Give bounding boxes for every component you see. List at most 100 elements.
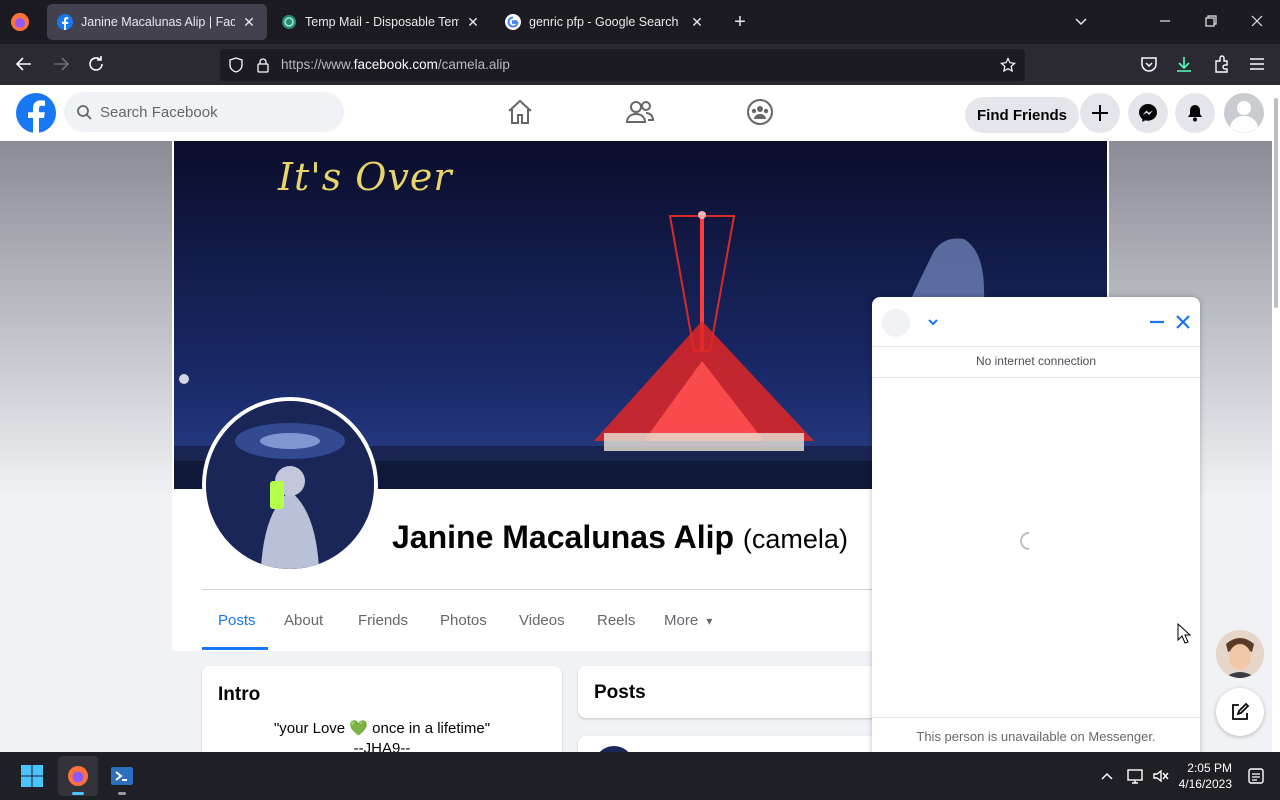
tracking-protection-shield-icon[interactable] [228,57,244,73]
friends-icon[interactable] [625,97,655,127]
powershell-icon [111,767,133,785]
account-avatar-button[interactable] [1224,93,1264,133]
profile-alternate-name: (camela) [742,524,848,554]
messenger-button[interactable] [1128,93,1168,133]
messenger-divider [872,377,1200,378]
green-heart-icon: 💚 [349,720,368,737]
groups-icon[interactable] [745,97,775,127]
volume-muted-icon[interactable] [1152,768,1170,784]
tab-google-search[interactable]: genric pfp - Google Search ✕ [495,4,715,40]
active-tab-indicator [202,647,268,650]
reload-icon[interactable] [86,54,106,74]
tab-title: Temp Mail - Disposable Tempor [305,15,459,29]
connection-status-text: No internet connection [975,354,1097,368]
firefox-icon [68,766,88,786]
profile-photo-image [206,401,374,569]
close-chat-icon[interactable] [1174,313,1192,331]
posts-title: Posts [594,682,646,703]
windows-start-icon[interactable] [20,764,44,788]
new-message-button[interactable] [1216,688,1264,736]
chat-head-photo-image [1216,630,1264,678]
home-icon[interactable] [505,97,535,127]
chevron-down-icon[interactable] [926,315,940,329]
facebook-logo-icon[interactable] [16,93,56,133]
tab-videos[interactable]: Videos [519,612,565,629]
chat-contact-avatar[interactable] [882,309,910,337]
messenger-chat-header [872,297,1200,347]
intro-bio-line-1: "your Love 💚 once in a lifetime" [202,719,562,739]
firefox-view-icon[interactable] [8,10,32,34]
downloads-icon[interactable] [1174,54,1194,74]
close-window-icon[interactable] [1250,14,1264,28]
url-bar[interactable]: https://www.facebook.com/camela.alip [220,49,1025,81]
notifications-button[interactable] [1175,93,1215,133]
posts-card: Posts [578,666,878,718]
close-tab-icon[interactable]: ✕ [241,14,257,31]
windows-taskbar: 2:05 PM 4/16/2023 [0,752,1280,800]
caret-down-icon: ▾ [706,614,713,628]
search-input[interactable] [100,92,336,132]
clock-date: 4/16/2023 [1178,777,1232,791]
network-icon[interactable] [1126,768,1144,784]
active-app-indicator [72,792,84,795]
create-button[interactable] [1080,93,1120,133]
tab-facebook[interactable]: Janine Macalunas Alip | Facebo ✕ [47,4,267,40]
default-avatar-icon [1224,93,1264,133]
tab-title: genric pfp - Google Search [529,15,679,29]
close-tab-icon[interactable]: ✕ [689,14,705,31]
tab-friends[interactable]: Friends [358,612,408,629]
extensions-icon[interactable] [1211,54,1231,74]
find-friends-button[interactable]: Find Friends [965,97,1079,133]
profile-avatar[interactable] [202,397,378,573]
minimize-chat-icon[interactable] [1148,313,1166,331]
hamburger-menu-icon[interactable] [1247,54,1267,74]
bookmark-star-icon[interactable] [1000,57,1016,73]
bio-text-end: once in a lifetime" [368,720,491,737]
loading-spinner-icon [1020,532,1030,550]
bell-icon [1188,105,1202,122]
pocket-icon[interactable] [1139,54,1159,74]
messenger-icon [1139,104,1157,122]
page-side-background-left [0,141,172,651]
facebook-header: Find Friends [0,85,1280,141]
facebook-search[interactable] [64,92,344,132]
unavailable-notice: This person is unavailable on Messenger. [916,729,1156,744]
intro-title: Intro [218,684,261,705]
tab-posts[interactable]: Posts [218,612,256,629]
tab-title: Janine Macalunas Alip | Facebo [81,15,235,29]
tab-about[interactable]: About [284,612,323,629]
cover-caption-text: It's Over [278,155,453,199]
profile-tabs-divider [202,589,872,590]
tab-more[interactable]: More ▾ [664,612,712,629]
tab-photos[interactable]: Photos [440,612,487,629]
terminal-taskbar-button[interactable] [102,756,142,796]
back-arrow-icon[interactable] [14,54,34,74]
page-scrollbar-thumb[interactable] [1274,98,1278,308]
google-favicon-icon [505,14,521,30]
tab-temp-mail[interactable]: Temp Mail - Disposable Tempor ✕ [271,4,491,40]
notifications-center-icon[interactable] [1248,768,1264,784]
search-icon [77,105,92,120]
close-tab-icon[interactable]: ✕ [465,14,481,31]
minimize-window-icon[interactable] [1158,14,1172,28]
lock-icon[interactable] [256,57,270,73]
system-clock[interactable]: 2:05 PM 4/16/2023 [1179,760,1232,792]
url-domain: facebook.com [353,57,438,72]
forward-arrow-icon[interactable] [51,54,71,74]
plus-icon [1092,105,1108,121]
browser-nav-bar: https://www.facebook.com/camela.alip [0,44,1280,85]
profile-name-text: Janine Macalunas Alip [392,519,735,555]
show-hidden-icons-chevron-icon[interactable] [1100,770,1114,782]
url-text[interactable]: https://www.facebook.com/camela.alip [281,57,510,72]
firefox-taskbar-button[interactable] [58,756,98,796]
new-tab-button[interactable]: + [729,11,751,33]
chat-head-avatar[interactable] [1216,630,1264,678]
temp-mail-favicon-icon [282,15,296,29]
tab-reels[interactable]: Reels [597,612,635,629]
compose-icon [1232,702,1250,720]
restore-window-icon[interactable] [1204,14,1218,28]
list-all-tabs-icon[interactable] [1074,14,1088,28]
running-app-indicator [118,792,126,795]
browser-tab-bar: Janine Macalunas Alip | Facebo ✕ Temp Ma… [0,0,1280,44]
clock-time: 2:05 PM [1187,761,1232,775]
